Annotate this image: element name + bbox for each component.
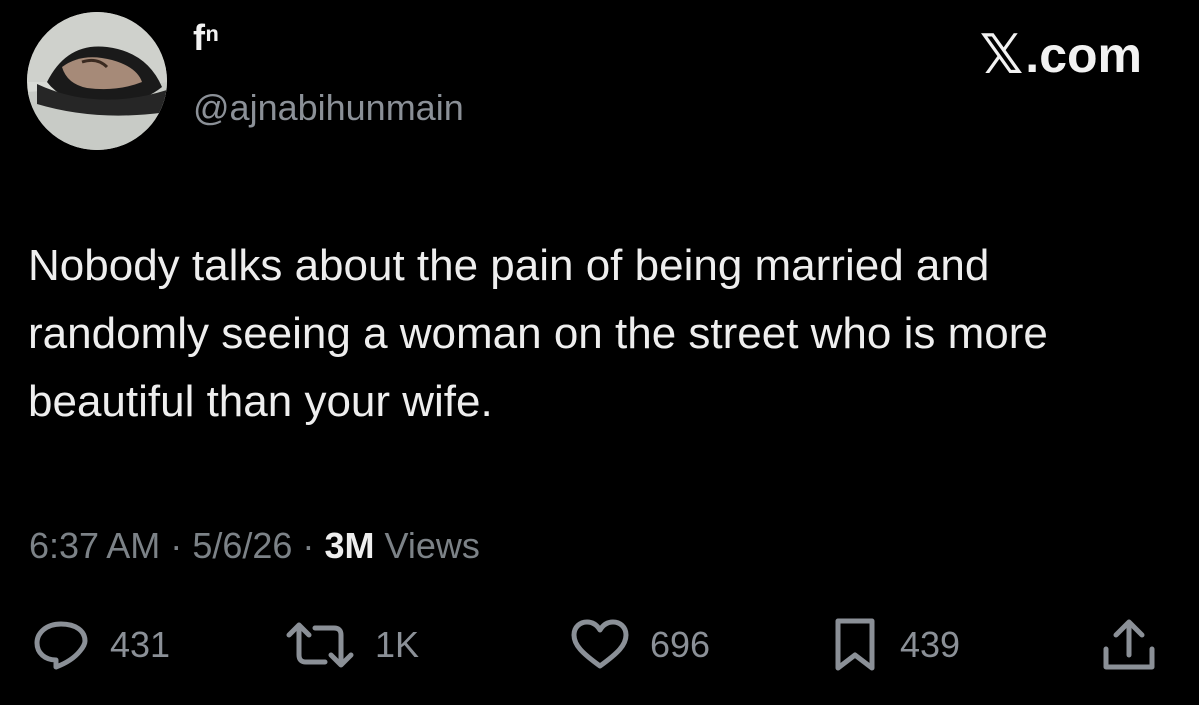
tweet-text: Nobody talks about the pain of being mar… [28,241,1048,426]
heart-icon [571,619,629,669]
x-logo-mark: 𝕏 [979,25,1024,85]
views-label: Views [384,525,480,566]
views-count: 3M [324,525,375,566]
bookmark-count: 439 [900,624,961,665]
repost-button[interactable]: 1K [285,610,419,680]
speech-bubble-icon [34,621,88,670]
share-button[interactable] [1100,610,1158,680]
reply-count: 431 [110,624,171,665]
site-logo-text: .com [1025,27,1142,83]
bookmark-button[interactable]: 439 [830,610,960,680]
reply-button[interactable]: 431 [32,610,170,680]
like-button[interactable]: 696 [570,610,710,680]
user-handle[interactable]: @ajnabihunmain [193,90,464,126]
avatar-image [27,12,167,150]
meta-separator: · [302,525,315,566]
site-logo: 𝕏 .com [980,28,1142,82]
tweet-date[interactable]: 5/6/26 [192,525,292,566]
repost-arrows-icon [286,622,354,668]
tweet-card: fⁿ @ajnabihunmain 𝕏 .com Nobody talks ab… [0,0,1199,705]
repost-count: 1K [375,624,420,665]
share-upload-icon [1103,619,1155,670]
action-bar: 431 1K 696 439 [0,610,1199,680]
meta-separator: · [170,525,183,566]
tweet-time[interactable]: 6:37 AM [29,525,160,566]
avatar[interactable] [27,12,167,150]
display-name[interactable]: fⁿ [193,20,219,56]
bookmark-icon [835,618,875,671]
tweet-meta: 6:37 AM · 5/6/26 · 3M Views [29,528,480,564]
like-count: 696 [650,624,711,665]
